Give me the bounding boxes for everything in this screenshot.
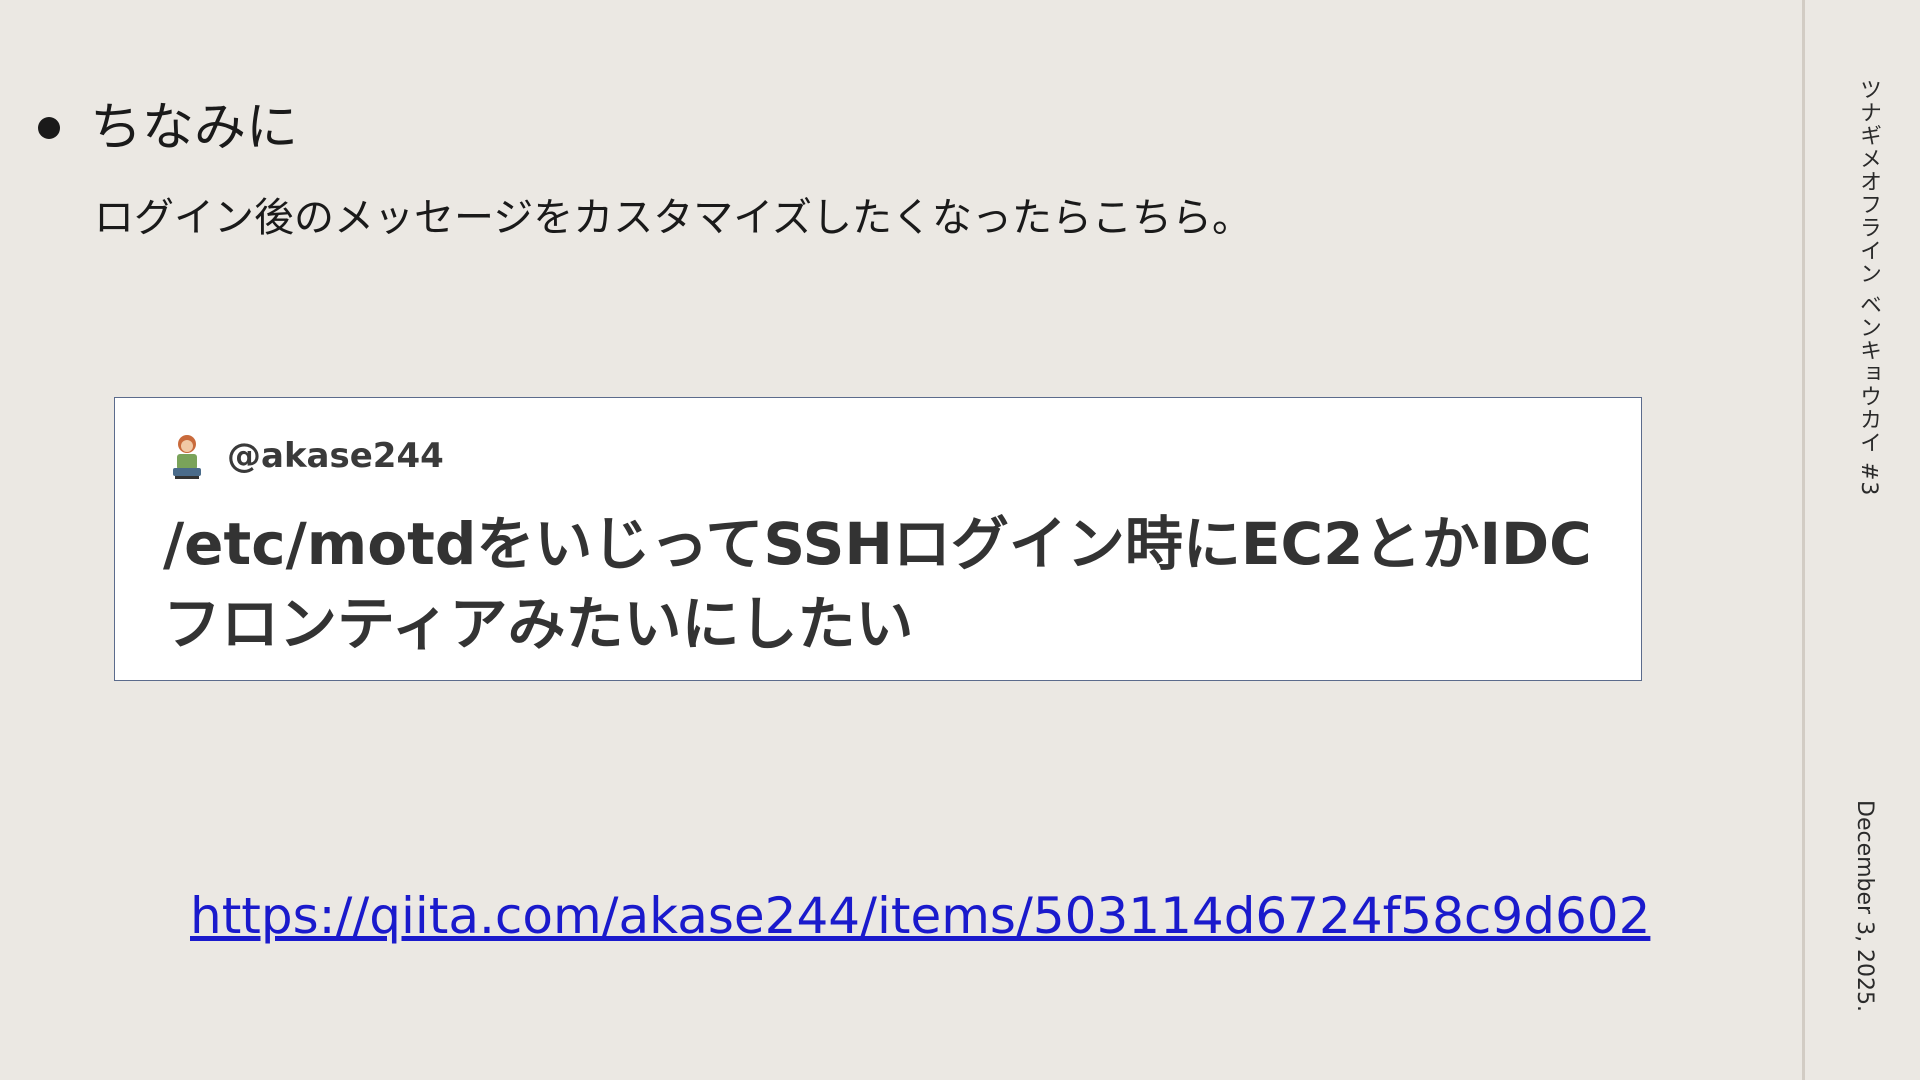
slide: ちなみに ログイン後のメッセージをカスタマイズしたくなったらこちら。 @akas… bbox=[0, 0, 1920, 1080]
bullet-heading: ちなみに bbox=[90, 98, 299, 158]
event-title: ツナギメオフライン ベンキョウカイ #3 bbox=[1856, 78, 1881, 497]
card-title[interactable]: /etc/motdをいじってSSHログイン時にEC2とかIDCフロンティアみたい… bbox=[163, 504, 1603, 664]
avatar-icon bbox=[173, 435, 201, 479]
card-author: @akase244 bbox=[169, 432, 444, 480]
slide-subtext: ログイン後のメッセージをカスタマイズしたくなったらこちら。 bbox=[94, 195, 1252, 241]
bullet-row: ちなみに bbox=[38, 96, 298, 160]
article-link[interactable]: https://qiita.com/akase244/items/503114d… bbox=[190, 884, 1650, 948]
bullet-dot-icon bbox=[38, 117, 60, 139]
card-username[interactable]: @akase244 bbox=[227, 436, 444, 476]
event-date: December 3, 2025. bbox=[1852, 800, 1877, 1013]
article-card[interactable]: @akase244 /etc/motdをいじってSSHログイン時にEC2とかID… bbox=[114, 397, 1642, 681]
sidebar-divider bbox=[1802, 0, 1805, 1080]
